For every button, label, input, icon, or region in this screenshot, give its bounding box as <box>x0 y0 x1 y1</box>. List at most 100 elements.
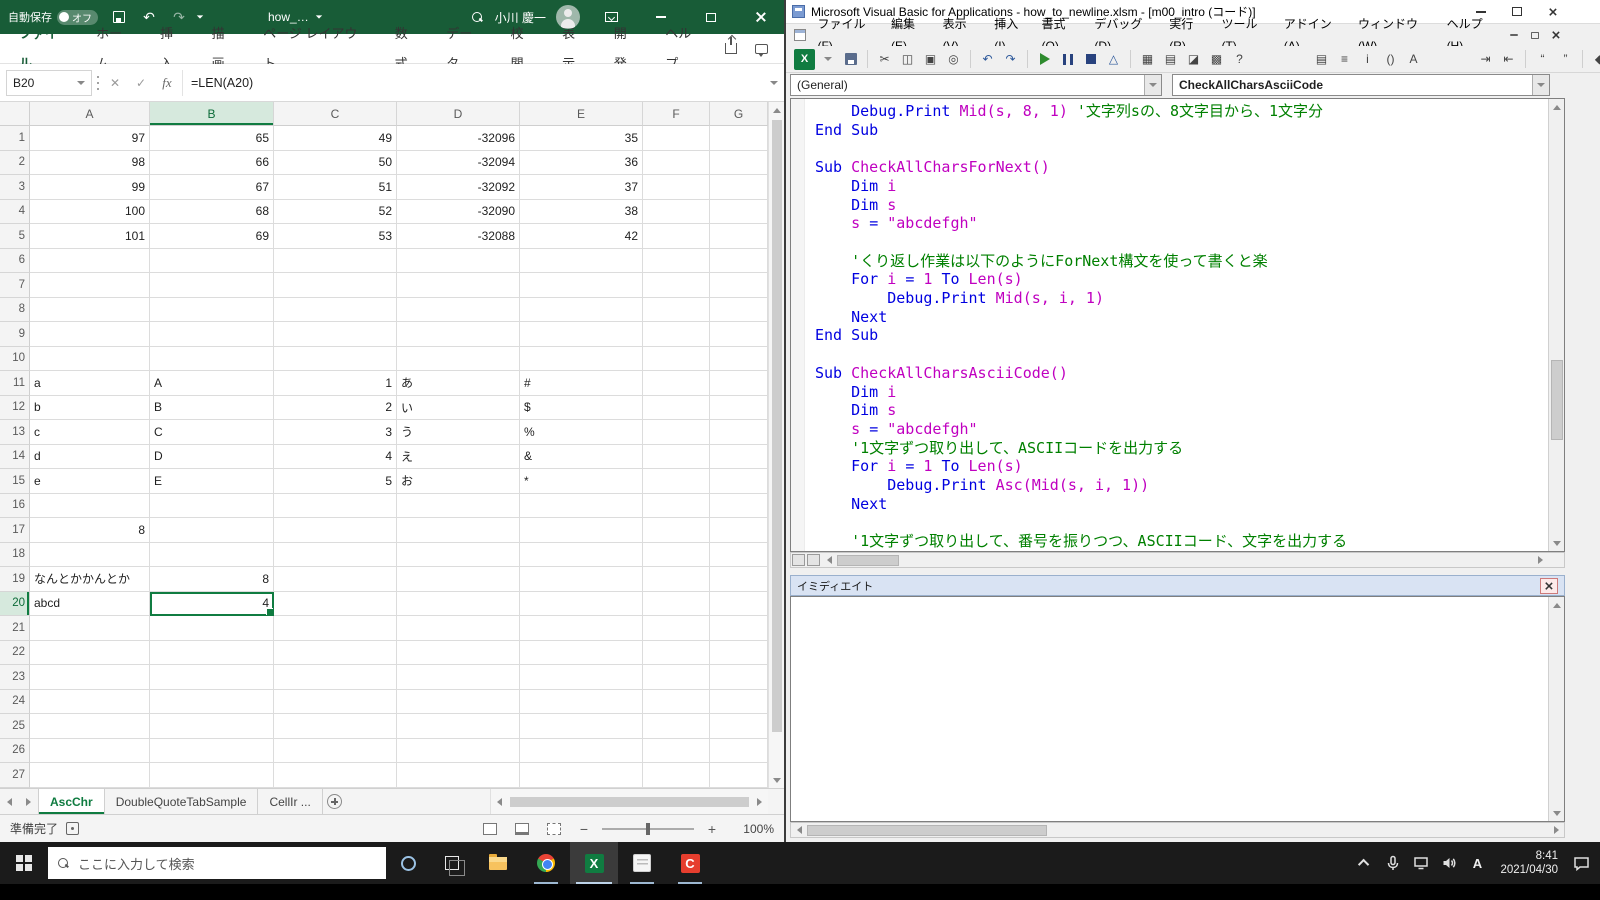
cell-D4[interactable]: -32090 <box>397 200 520 225</box>
normal-view-button[interactable] <box>478 818 502 840</box>
cell-B14[interactable]: D <box>150 445 274 470</box>
row-header-6[interactable]: 6 <box>0 249 30 274</box>
start-button[interactable] <box>0 842 48 884</box>
scroll-right-arrow-icon[interactable] <box>1548 823 1564 837</box>
cell-A16[interactable] <box>30 494 150 519</box>
cell-D17[interactable] <box>397 518 520 543</box>
cell-F16[interactable] <box>643 494 710 519</box>
vba-close-button[interactable] <box>1538 1 1568 23</box>
cell-D3[interactable]: -32092 <box>397 175 520 200</box>
cell-D19[interactable] <box>397 567 520 592</box>
cell-B3[interactable]: 67 <box>150 175 274 200</box>
zoom-slider-thumb[interactable] <box>646 823 650 835</box>
cell-A15[interactable]: e <box>30 469 150 494</box>
cancel-button[interactable]: ✕ <box>104 71 126 95</box>
cell-C6[interactable] <box>274 249 397 274</box>
cell-E2[interactable]: 36 <box>520 151 643 176</box>
taskbar-file-explorer[interactable] <box>474 842 522 884</box>
cell-A26[interactable] <box>30 739 150 764</box>
cell-D16[interactable] <box>397 494 520 519</box>
zoom-in-button[interactable]: + <box>702 821 722 837</box>
cell-D2[interactable]: -32094 <box>397 151 520 176</box>
project-explorer-icon[interactable]: ▦ <box>1137 49 1158 70</box>
row-header-27[interactable]: 27 <box>0 763 30 788</box>
cell-D27[interactable] <box>397 763 520 788</box>
procedure-dropdown[interactable]: CheckAllCharsAsciiCode <box>1172 74 1550 96</box>
action-center-button[interactable] <box>1568 842 1594 884</box>
cell-B16[interactable] <box>150 494 274 519</box>
cell-C26[interactable] <box>274 739 397 764</box>
immediate-window-titlebar[interactable]: イミディエイト <box>790 575 1565 596</box>
cell-D11[interactable]: あ <box>397 371 520 396</box>
hidden-icons-button[interactable] <box>1352 842 1378 884</box>
name-box[interactable]: B20 <box>6 70 92 96</box>
undo-icon[interactable]: ↶ <box>977 49 998 70</box>
code-line-18[interactable]: s = "abcdefgh" <box>815 420 1548 439</box>
cell-F14[interactable] <box>643 445 710 470</box>
cell-D1[interactable]: -32096 <box>397 126 520 151</box>
immediate-horizontal-scrollbar[interactable] <box>790 822 1565 838</box>
new-sheet-button[interactable] <box>323 789 347 814</box>
taskbar-c-app[interactable]: C <box>666 842 714 884</box>
cell-B6[interactable] <box>150 249 274 274</box>
cell-G4[interactable] <box>710 200 768 225</box>
cell-A9[interactable] <box>30 322 150 347</box>
view-excel-icon[interactable]: X <box>794 49 815 70</box>
row-header-8[interactable]: 8 <box>0 298 30 323</box>
view-excel-caret-icon[interactable] <box>817 49 838 70</box>
code-line-16[interactable]: Dim i <box>815 383 1548 402</box>
cell-B5[interactable]: 69 <box>150 224 274 249</box>
uncomment-block-icon[interactable]: ” <box>1555 49 1576 70</box>
zoom-level[interactable]: 100% <box>730 822 774 836</box>
sheet-nav-right-icon[interactable] <box>19 789 38 814</box>
split-handle[interactable] <box>792 554 805 566</box>
cell-G25[interactable] <box>710 714 768 739</box>
cell-C11[interactable]: 1 <box>274 371 397 396</box>
qat-customize-caret-icon[interactable] <box>197 15 203 18</box>
horizontal-scroll-thumb[interactable] <box>807 825 1047 836</box>
cell-C13[interactable]: 3 <box>274 420 397 445</box>
scroll-right-arrow-icon[interactable] <box>751 789 768 814</box>
cell-C20[interactable] <box>274 592 397 617</box>
cell-G21[interactable] <box>710 616 768 641</box>
enter-button[interactable]: ✓ <box>130 71 152 95</box>
cell-G18[interactable] <box>710 543 768 568</box>
cell-G15[interactable] <box>710 469 768 494</box>
page-layout-view-button[interactable] <box>510 818 534 840</box>
cell-E10[interactable] <box>520 347 643 372</box>
cell-G20[interactable] <box>710 592 768 617</box>
cell-G26[interactable] <box>710 739 768 764</box>
cell-A20[interactable]: abcd <box>30 592 150 617</box>
cell-F2[interactable] <box>643 151 710 176</box>
row-header-9[interactable]: 9 <box>0 322 30 347</box>
cell-G6[interactable] <box>710 249 768 274</box>
cell-G19[interactable] <box>710 567 768 592</box>
cell-C25[interactable] <box>274 714 397 739</box>
cell-E18[interactable] <box>520 543 643 568</box>
taskbar-excel[interactable]: X <box>570 842 618 884</box>
row-header-17[interactable]: 17 <box>0 518 30 543</box>
cell-C9[interactable] <box>274 322 397 347</box>
cell-D7[interactable] <box>397 273 520 298</box>
cell-E3[interactable]: 37 <box>520 175 643 200</box>
child-restore-button[interactable] <box>1524 26 1545 44</box>
cell-A21[interactable] <box>30 616 150 641</box>
cell-D8[interactable] <box>397 298 520 323</box>
row-header-13[interactable]: 13 <box>0 420 30 445</box>
cell-B11[interactable]: A <box>150 371 274 396</box>
cell-A17[interactable]: 8 <box>30 518 150 543</box>
page-break-view-button[interactable] <box>542 818 566 840</box>
child-minimize-button[interactable] <box>1503 26 1524 44</box>
code-line-4[interactable]: Sub CheckAllCharsForNext() <box>815 158 1548 177</box>
cell-F7[interactable] <box>643 273 710 298</box>
avatar[interactable] <box>556 5 580 29</box>
cell-E19[interactable] <box>520 567 643 592</box>
cell-G13[interactable] <box>710 420 768 445</box>
row-header-24[interactable]: 24 <box>0 690 30 715</box>
cell-A24[interactable] <box>30 690 150 715</box>
cell-F20[interactable] <box>643 592 710 617</box>
scroll-down-arrow-icon[interactable] <box>769 772 784 788</box>
cell-A4[interactable]: 100 <box>30 200 150 225</box>
comments-button[interactable] <box>746 36 776 62</box>
cell-G14[interactable] <box>710 445 768 470</box>
